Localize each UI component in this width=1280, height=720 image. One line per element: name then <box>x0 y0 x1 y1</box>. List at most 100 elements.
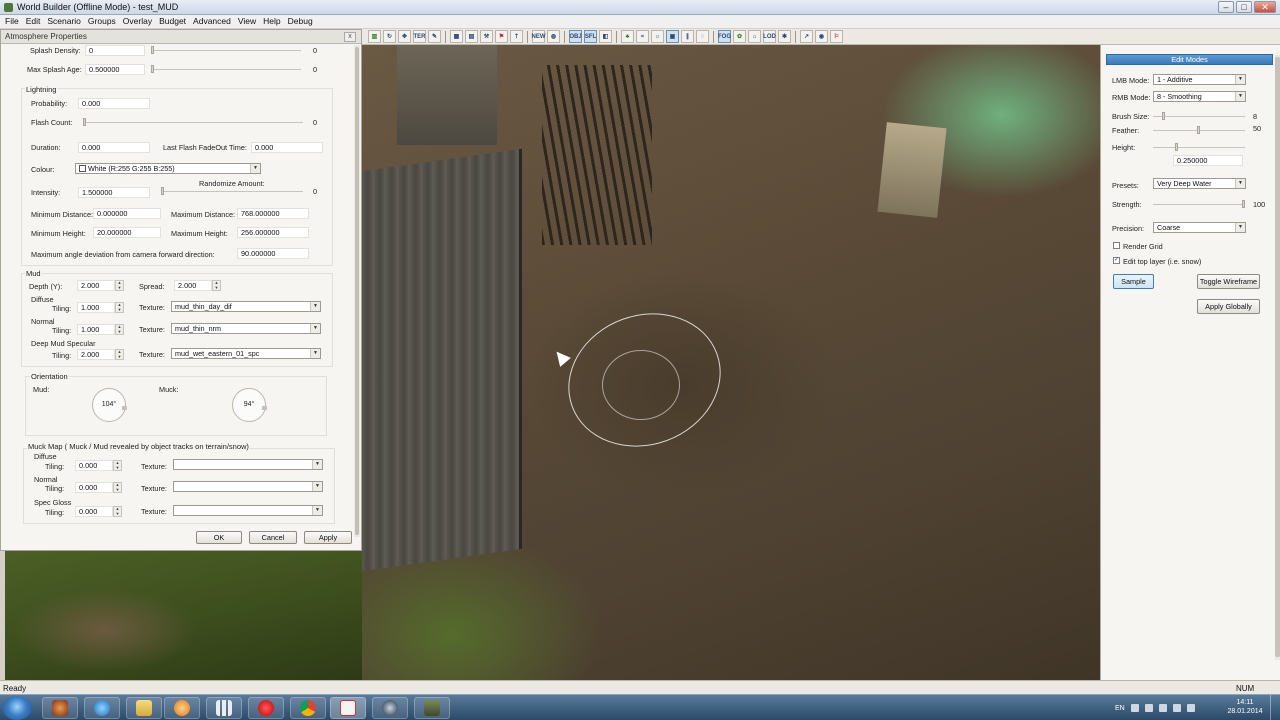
toggle-wireframe-button[interactable]: Toggle Wireframe <box>1197 274 1260 289</box>
brush-size-knob[interactable] <box>1162 112 1165 120</box>
feather-knob[interactable] <box>1197 126 1200 134</box>
taskbar-folder-icon[interactable] <box>126 697 162 719</box>
taskbar-soldier-icon[interactable] <box>414 697 450 719</box>
depth-input[interactable]: 2.000 <box>77 280 115 291</box>
intensity-input[interactable]: 1.500000 <box>78 187 150 198</box>
muck-diffuse-texture-dropdown[interactable]: ▼ <box>173 459 323 470</box>
normal-tiling-input[interactable]: 1.000 <box>77 324 115 335</box>
road-icon[interactable]: ∥ <box>681 30 694 43</box>
menu-view[interactable]: View <box>236 15 261 28</box>
menu-groups[interactable]: Groups <box>86 15 121 28</box>
minimize-button[interactable]: – <box>1218 1 1234 13</box>
close-button[interactable]: ✕ <box>1254 1 1276 13</box>
depth-spinner[interactable]: ▲ ▼ <box>115 280 124 291</box>
render-grid-checkbox[interactable] <box>1113 242 1120 249</box>
apply-globally-button[interactable]: Apply Globally <box>1197 299 1260 314</box>
maximize-button[interactable]: □ <box>1236 1 1252 13</box>
strength-slider[interactable] <box>1153 200 1245 208</box>
height-slider[interactable] <box>1153 143 1245 151</box>
muck-spec-texture-dropdown[interactable]: ▼ <box>173 505 323 516</box>
splash-density-input[interactable]: 0 <box>85 45 145 56</box>
min-height-input[interactable]: 20.000000 <box>93 227 161 238</box>
move-icon[interactable]: ✥ <box>398 30 411 43</box>
randomize-amount-slider[interactable] <box>161 187 303 195</box>
lmb-mode-dropdown[interactable]: 1 - Additive ▼ <box>1153 74 1246 85</box>
dialog-scroll-thumb[interactable] <box>355 47 359 535</box>
3d-viewport[interactable] <box>362 45 1100 680</box>
dialog-scrollbar[interactable] <box>354 45 360 537</box>
brush-icon[interactable]: ✎ <box>428 30 441 43</box>
house-icon[interactable]: ⌂ <box>748 30 761 43</box>
marker-icon[interactable]: ⚐ <box>830 30 843 43</box>
language-indicator[interactable]: EN <box>1115 705 1125 712</box>
last-flash-fadeout-input[interactable]: 0.000 <box>251 142 323 153</box>
tray-arrow-icon[interactable] <box>1130 704 1139 712</box>
clock[interactable]: 14:11 28.01.2014 <box>1225 698 1265 716</box>
normal-tiling-spinner[interactable]: ▲ ▼ <box>115 324 124 335</box>
duration-input[interactable]: 0.000 <box>78 142 150 153</box>
min-distance-input[interactable]: 0.000000 <box>93 208 161 219</box>
diffuse-tiling-spinner[interactable]: ▲ ▼ <box>115 302 124 313</box>
start-button[interactable] <box>2 696 32 720</box>
deep-tiling-input[interactable]: 2.000 <box>77 349 115 360</box>
muck-diffuse-tiling-input[interactable]: 0.000 <box>75 460 113 471</box>
tree-icon[interactable]: ♣ <box>621 30 634 43</box>
objects-icon[interactable]: OBJ <box>569 30 582 43</box>
menu-help[interactable]: Help <box>261 15 285 28</box>
panel-scroll-thumb[interactable] <box>1275 57 1280 657</box>
muck-normal-tiling-input[interactable]: 0.000 <box>75 482 113 493</box>
new-icon[interactable]: NEW <box>532 30 546 43</box>
muck-spec-tiling-spinner[interactable]: ▲ ▼ <box>113 506 122 517</box>
flag-icon[interactable]: ⚑ <box>495 30 508 43</box>
arrow-up-icon[interactable]: ⇡ <box>510 30 523 43</box>
menu-advanced[interactable]: Advanced <box>191 15 236 28</box>
panel-icon[interactable]: ▤ <box>465 30 478 43</box>
lights-icon[interactable]: ✱ <box>778 30 791 43</box>
taskbar-game-icon[interactable] <box>42 697 78 719</box>
layers-icon[interactable]: ◧ <box>599 30 612 43</box>
menu-file[interactable]: File <box>3 15 24 28</box>
spread-input[interactable]: 2.000 <box>174 280 212 291</box>
taskbar-apps-icon[interactable] <box>206 697 242 719</box>
menu-overlay[interactable]: Overlay <box>121 15 157 28</box>
taskbar-steam-icon[interactable] <box>372 697 408 719</box>
feather-slider[interactable] <box>1153 126 1245 134</box>
taskbar-opera-icon[interactable] <box>248 697 284 719</box>
tray-volume-icon[interactable] <box>1172 704 1181 712</box>
deep-texture-dropdown[interactable]: mud_wet_eastern_01_spc ▼ <box>171 348 321 359</box>
mud-orientation-dial[interactable]: 104° <box>92 388 127 422</box>
probability-input[interactable]: 0.000 <box>78 98 150 109</box>
water-icon[interactable]: ◌ <box>696 30 709 43</box>
3d-viewport-lower[interactable] <box>5 550 362 680</box>
splash-density-slider[interactable] <box>151 46 301 54</box>
height-input[interactable]: 0.250000 <box>1173 155 1243 166</box>
panel-scrollbar[interactable] <box>1275 55 1280 660</box>
presets-dropdown[interactable]: Very Deep Water ▼ <box>1153 178 1246 189</box>
menu-edit[interactable]: Edit <box>24 15 46 28</box>
grid-icon[interactable]: ▦ <box>450 30 463 43</box>
lod-icon[interactable]: LOD <box>763 30 776 43</box>
wave-icon[interactable]: ≈ <box>636 30 649 43</box>
max-distance-input[interactable]: 768.000000 <box>237 208 309 219</box>
muck-spec-tiling-input[interactable]: 0.000 <box>75 506 113 517</box>
taskbar-ie-icon[interactable] <box>84 697 120 719</box>
refresh-icon[interactable]: ↻ <box>383 30 396 43</box>
shell-icon[interactable]: SFL <box>584 30 597 43</box>
tray-app-icon[interactable] <box>1186 704 1195 712</box>
muck-normal-tiling-spinner[interactable]: ▲ ▼ <box>113 482 122 493</box>
tool-icon[interactable]: ⚒ <box>480 30 493 43</box>
sun-icon[interactable]: ☼ <box>651 30 664 43</box>
cancel-button[interactable]: Cancel <box>249 531 297 544</box>
show-desktop-button[interactable] <box>1270 695 1280 720</box>
tray-network-icon[interactable] <box>1158 704 1167 712</box>
tray-flag-icon[interactable] <box>1144 704 1153 712</box>
precision-dropdown[interactable]: Coarse ▼ <box>1153 222 1246 233</box>
menu-budget[interactable]: Budget <box>157 15 191 28</box>
terrain-icon[interactable]: TER <box>413 30 426 43</box>
normal-texture-dropdown[interactable]: mud_thin_nrm ▼ <box>171 323 321 334</box>
brush-size-slider[interactable] <box>1153 112 1245 120</box>
dialog-close-button[interactable]: x <box>344 32 356 42</box>
globe-icon[interactable]: ◍ <box>547 30 560 43</box>
max-height-input[interactable]: 256.000000 <box>237 227 309 238</box>
apply-button[interactable]: Apply <box>304 531 352 544</box>
